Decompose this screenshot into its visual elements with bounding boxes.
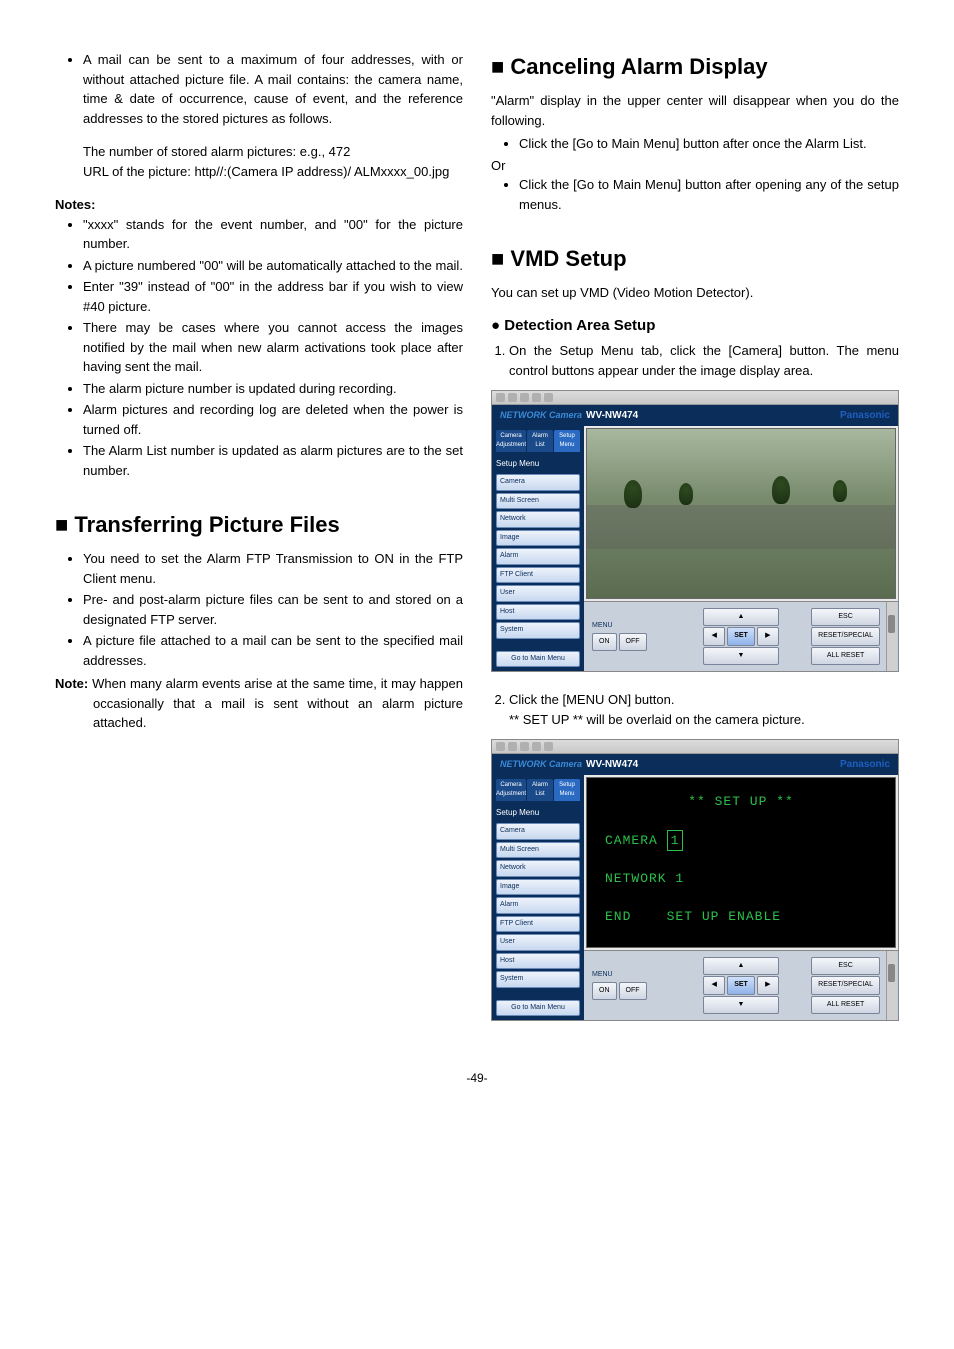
note-item: The Alarm List number is updated as alar… xyxy=(83,441,463,480)
setup-sidebar: Camera Adjustment Alarm List Setup Menu … xyxy=(492,426,584,671)
tab-alarm-list[interactable]: Alarm List xyxy=(527,779,553,801)
brand-label: Panasonic xyxy=(840,757,890,772)
menu-off-button[interactable]: OFF xyxy=(619,633,647,652)
browser-toolbar xyxy=(492,391,898,405)
set-button[interactable]: SET xyxy=(727,976,755,995)
stored-count-line: The number of stored alarm pictures: e.g… xyxy=(83,142,463,162)
setup-sidebar: Camera Adjustment Alarm List Setup Menu … xyxy=(492,775,584,1020)
transfer-heading: Transferring Picture Files xyxy=(55,508,463,541)
sidebar-item-host[interactable]: Host xyxy=(496,604,580,621)
osd-end-line: END SET UP ENABLE xyxy=(605,907,877,927)
screenshot-setup-osd: NETWORK Camera WV-NW474 Panasonic Camera … xyxy=(491,739,899,1021)
transfer-bullet: A picture file attached to a mail can be… xyxy=(83,631,463,670)
nav-down-button[interactable]: ▼ xyxy=(703,996,779,1015)
tab-alarm-list[interactable]: Alarm List xyxy=(527,430,553,452)
menu-control-bar: MENU ON OFF ▲ ◀ SET ▶ xyxy=(584,601,898,672)
sidebar-item-system[interactable]: System xyxy=(496,622,580,639)
sidebar-title: Setup Menu xyxy=(496,807,580,819)
tab-setup-menu[interactable]: Setup Menu xyxy=(554,779,580,801)
product-logo: NETWORK Camera xyxy=(500,759,582,769)
sidebar-title: Setup Menu xyxy=(496,458,580,470)
tab-setup-menu[interactable]: Setup Menu xyxy=(554,430,580,452)
vmd-heading: VMD Setup xyxy=(491,242,899,275)
go-main-menu-button[interactable]: Go to Main Menu xyxy=(496,651,580,668)
sidebar-item-alarm[interactable]: Alarm xyxy=(496,548,580,565)
sidebar-item-system[interactable]: System xyxy=(496,971,580,988)
sidebar-item-alarm[interactable]: Alarm xyxy=(496,897,580,914)
camera-live-view xyxy=(586,428,896,599)
osd-network-line: NETWORK 1 xyxy=(605,869,877,889)
sidebar-item-user[interactable]: User xyxy=(496,934,580,951)
notes-heading: Notes: xyxy=(55,195,463,215)
all-reset-button[interactable]: ALL RESET xyxy=(811,647,880,666)
scrollbar[interactable] xyxy=(886,951,896,1021)
sidebar-item-network[interactable]: Network xyxy=(496,511,580,528)
menu-control-bar: MENU ON OFF ▲ ◀ SET ▶ xyxy=(584,950,898,1021)
sidebar-item-multiscreen[interactable]: Multi Screen xyxy=(496,493,580,510)
osd-camera-line: CAMERA 1 xyxy=(605,830,877,852)
step-1: On the Setup Menu tab, click the [Camera… xyxy=(509,341,899,380)
nav-up-button[interactable]: ▲ xyxy=(703,608,779,627)
screenshot-camera-setup: NETWORK Camera WV-NW474 Panasonic Camera … xyxy=(491,390,899,672)
nav-left-button[interactable]: ◀ xyxy=(703,627,725,646)
sidebar-item-camera[interactable]: Camera xyxy=(496,474,580,491)
nav-right-button[interactable]: ▶ xyxy=(757,976,779,995)
sidebar-item-network[interactable]: Network xyxy=(496,860,580,877)
cancel-bullet: Click the [Go to Main Menu] button after… xyxy=(519,175,899,214)
detection-heading: Detection Area Setup xyxy=(491,315,899,338)
note-item: The alarm picture number is updated duri… xyxy=(83,379,463,399)
menu-off-button[interactable]: OFF xyxy=(619,982,647,1001)
sidebar-item-camera[interactable]: Camera xyxy=(496,823,580,840)
reset-special-button[interactable]: RESET/SPECIAL xyxy=(811,627,880,646)
note-item: Alarm pictures and recording log are del… xyxy=(83,400,463,439)
transfer-bullet: Pre- and post-alarm picture files can be… xyxy=(83,590,463,629)
reset-special-button[interactable]: RESET/SPECIAL xyxy=(811,976,880,995)
url-line: URL of the picture: http//:(Camera IP ad… xyxy=(101,162,463,182)
note-item: "xxxx" stands for the event number, and … xyxy=(83,215,463,254)
transfer-note: Note: When many alarm events arise at th… xyxy=(55,674,463,733)
cancel-bullet: Click the [Go to Main Menu] button after… xyxy=(519,134,899,154)
esc-button[interactable]: ESC xyxy=(811,608,880,627)
brand-label: Panasonic xyxy=(840,408,890,423)
cancel-heading: Canceling Alarm Display xyxy=(491,50,899,83)
go-main-menu-button[interactable]: Go to Main Menu xyxy=(496,1000,580,1017)
sidebar-item-ftp[interactable]: FTP Client xyxy=(496,567,580,584)
esc-button[interactable]: ESC xyxy=(811,957,880,976)
nav-left-button[interactable]: ◀ xyxy=(703,976,725,995)
vmd-intro: You can set up VMD (Video Motion Detecto… xyxy=(491,283,899,303)
scrollbar[interactable] xyxy=(886,602,896,672)
menu-label: MENU xyxy=(592,970,613,981)
tab-camera-adjust[interactable]: Camera Adjustment xyxy=(496,430,526,452)
menu-on-button[interactable]: ON xyxy=(592,633,617,652)
page-number: -49- xyxy=(55,1069,899,1087)
product-logo: NETWORK Camera xyxy=(500,410,582,420)
step-2: Click the [MENU ON] button. ** SET UP **… xyxy=(509,690,899,729)
osd-title: ** SET UP ** xyxy=(605,792,877,812)
or-label: Or xyxy=(491,156,899,176)
sidebar-item-user[interactable]: User xyxy=(496,585,580,602)
model-label: WV-NW474 xyxy=(586,410,638,421)
sidebar-item-ftp[interactable]: FTP Client xyxy=(496,916,580,933)
sidebar-item-image[interactable]: Image xyxy=(496,879,580,896)
transfer-bullet: You need to set the Alarm FTP Transmissi… xyxy=(83,549,463,588)
set-button[interactable]: SET xyxy=(727,627,755,646)
menu-on-button[interactable]: ON xyxy=(592,982,617,1001)
sidebar-item-multiscreen[interactable]: Multi Screen xyxy=(496,842,580,859)
all-reset-button[interactable]: ALL RESET xyxy=(811,996,880,1015)
sidebar-item-image[interactable]: Image xyxy=(496,530,580,547)
note-item: There may be cases where you cannot acce… xyxy=(83,318,463,377)
note-item: Enter "39" instead of "00" in the addres… xyxy=(83,277,463,316)
sidebar-item-host[interactable]: Host xyxy=(496,953,580,970)
mail-info-bullet: A mail can be sent to a maximum of four … xyxy=(83,50,463,128)
cancel-intro: "Alarm" display in the upper center will… xyxy=(491,91,899,130)
nav-right-button[interactable]: ▶ xyxy=(757,627,779,646)
note-item: A picture numbered "00" will be automati… xyxy=(83,256,463,276)
nav-up-button[interactable]: ▲ xyxy=(703,957,779,976)
nav-down-button[interactable]: ▼ xyxy=(703,647,779,666)
menu-label: MENU xyxy=(592,621,613,632)
model-label: WV-NW474 xyxy=(586,759,638,770)
camera-osd-view: ** SET UP ** CAMERA 1 NETWORK 1 END SET … xyxy=(586,777,896,948)
tab-camera-adjust[interactable]: Camera Adjustment xyxy=(496,779,526,801)
browser-toolbar xyxy=(492,740,898,754)
